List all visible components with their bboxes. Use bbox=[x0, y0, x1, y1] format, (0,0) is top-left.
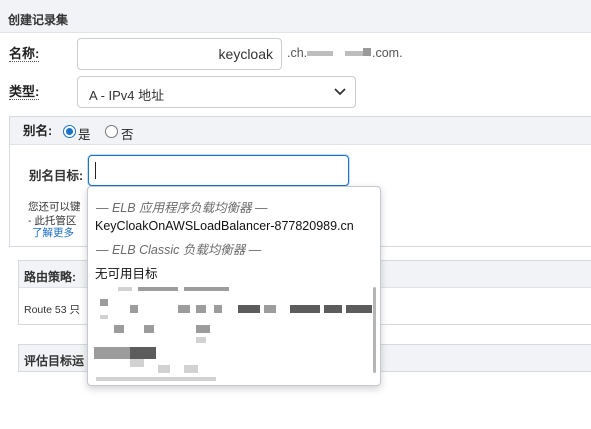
chevron-down-icon bbox=[334, 88, 346, 96]
alias-no-label: 否 bbox=[121, 128, 134, 142]
routing-policy-text: Route 53 只 bbox=[24, 304, 81, 316]
dropdown-group-elb: — ELB 应用程序负载均衡器 — bbox=[96, 201, 268, 215]
alias-no-radio[interactable] bbox=[105, 125, 118, 138]
learn-more-link[interactable]: 了解更多 bbox=[32, 225, 74, 240]
alias-label: 别名: bbox=[23, 124, 53, 138]
page-title: 创建记录集 bbox=[8, 13, 69, 27]
dropdown-option-elb[interactable]: KeyCloakOnAWSLoadBalancer-877820989.cn bbox=[95, 219, 354, 233]
alias-help-text-1: 您还可以键 bbox=[28, 201, 81, 213]
dropdown-group-classic: — ELB Classic 负载均衡器 — bbox=[96, 243, 262, 257]
alias-yes-radio[interactable] bbox=[63, 125, 76, 138]
routing-policy-title: 路由策略: bbox=[24, 270, 76, 284]
text-caret bbox=[95, 162, 96, 179]
dropdown-scrollbar[interactable] bbox=[373, 287, 376, 373]
record-type-value: A - IPv4 地址 bbox=[89, 88, 165, 103]
name-input[interactable]: keycloak bbox=[77, 38, 282, 70]
alias-target-input[interactable] bbox=[88, 155, 349, 186]
alias-target-dropdown[interactable]: — ELB 应用程序负载均衡器 — KeyCloakOnAWSLoadBalan… bbox=[87, 186, 381, 386]
alias-bar: 别名: 是 否 bbox=[10, 117, 591, 145]
name-input-value: keycloak bbox=[218, 46, 273, 62]
dropdown-no-targets: 无可用目标 bbox=[95, 267, 158, 281]
create-record-set-header: 创建记录集 bbox=[0, 0, 591, 33]
redacted-domain-part-1 bbox=[307, 51, 333, 56]
domain-prefix: .ch. bbox=[287, 46, 308, 60]
redacted-domain-part-3 bbox=[363, 48, 371, 56]
domain-suffix: .com. bbox=[372, 46, 403, 60]
record-type-select[interactable]: A - IPv4 地址 bbox=[77, 76, 356, 108]
alias-yes-label: 是 bbox=[78, 128, 91, 142]
evaluate-target-health-title: 评估目标运 bbox=[24, 354, 85, 368]
type-label: 类型: bbox=[9, 84, 40, 100]
name-label: 名称: bbox=[9, 46, 40, 62]
alias-target-label: 别名目标: bbox=[29, 169, 84, 183]
